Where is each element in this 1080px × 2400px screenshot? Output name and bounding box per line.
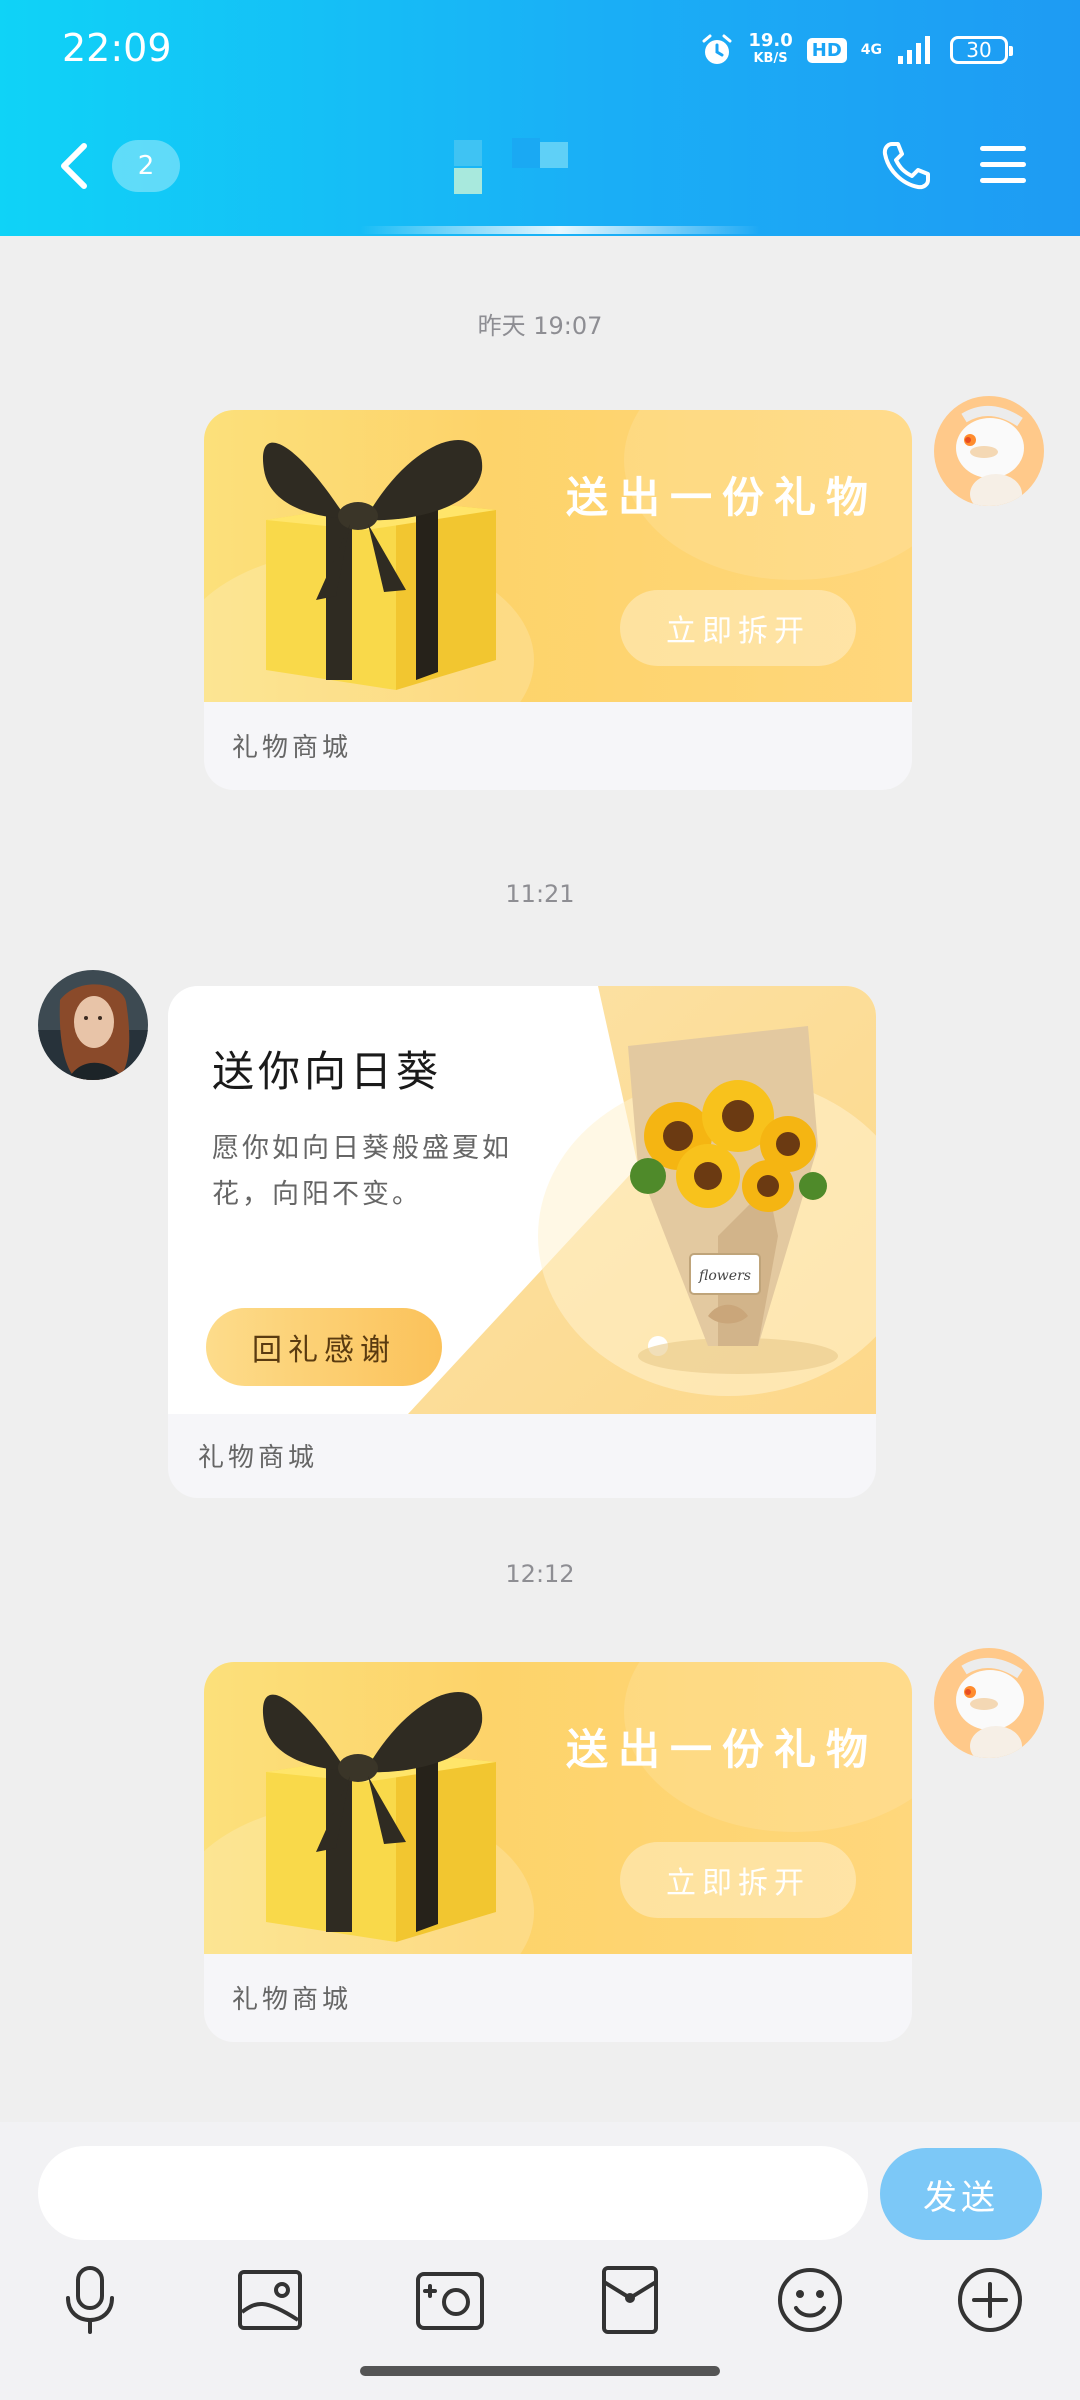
- network-type: 4G: [860, 42, 882, 58]
- card-source: 礼物商城: [198, 1443, 319, 1473]
- gift-banner: 送出一份礼物 立即拆开: [204, 410, 912, 702]
- home-indicator[interactable]: [360, 2366, 720, 2376]
- status-icons: 19.0 KB/S HD 4G 30: [700, 30, 1013, 70]
- gift-card[interactable]: 送出一份礼物 立即拆开 礼物商城: [204, 410, 912, 790]
- avatar-illustration: [934, 396, 1044, 506]
- timestamp: 昨天 19:07: [477, 312, 603, 340]
- unread-count-badge[interactable]: 2: [112, 140, 180, 192]
- battery-indicator: 30: [950, 36, 1013, 64]
- menu-icon[interactable]: [978, 142, 1028, 188]
- camera-icon[interactable]: [412, 2262, 488, 2338]
- net-speed-value: 19.0: [748, 30, 793, 51]
- red-packet-icon[interactable]: [592, 2262, 668, 2338]
- input-area: 发送: [0, 2122, 1080, 2400]
- hd-badge: HD: [806, 37, 847, 63]
- input-toolbar: [0, 2262, 1080, 2342]
- phone-icon[interactable]: [878, 138, 934, 194]
- signal-icon: [898, 36, 930, 64]
- card-source: 礼物商城: [232, 1985, 353, 2015]
- timestamp: 11:21: [505, 880, 575, 908]
- net-speed: 19.0 KB/S: [748, 32, 792, 68]
- sunflower-gift-card[interactable]: 送你向日葵 愿你如向日葵般盛夏如花，向阳不变。 回礼感谢 flowers 礼物商…: [168, 986, 876, 1498]
- gift-banner: 送出一份礼物 立即拆开: [204, 1662, 912, 1954]
- back-button[interactable]: [52, 140, 96, 192]
- battery-level: 30: [966, 38, 992, 62]
- avatar[interactable]: [934, 396, 1044, 506]
- flower-card-banner: 送你向日葵 愿你如向日葵般盛夏如花，向阳不变。 回礼感谢 flowers: [168, 986, 876, 1414]
- open-gift-button[interactable]: 立即拆开: [620, 1842, 856, 1918]
- net-speed-unit: KB/S: [753, 51, 788, 66]
- avatar-photo: [38, 970, 148, 1080]
- gift-title: 送出一份礼物: [566, 473, 879, 522]
- image-icon[interactable]: [232, 2262, 308, 2338]
- gift-title: 送出一份礼物: [566, 1725, 879, 1774]
- gift-card[interactable]: 送出一份礼物 立即拆开 礼物商城: [204, 1662, 912, 2042]
- emoji-icon[interactable]: [772, 2262, 848, 2338]
- avatar-illustration: [934, 1648, 1044, 1758]
- status-time: 22:09: [62, 26, 172, 70]
- header-glow: [360, 226, 760, 234]
- bouquet-label: flowers: [698, 1268, 751, 1284]
- flower-description: 愿你如向日葵般盛夏如花，向阳不变。: [212, 1133, 512, 1210]
- chat-header: 22:09 19.0 KB/S HD 4G 30 2: [0, 0, 1080, 236]
- message-input[interactable]: [38, 2146, 868, 2240]
- plus-icon[interactable]: [952, 2262, 1028, 2338]
- avatar[interactable]: [38, 970, 148, 1080]
- flower-title: 送你向日葵: [212, 1047, 443, 1096]
- thanks-button[interactable]: 回礼感谢: [206, 1308, 442, 1386]
- microphone-icon[interactable]: [52, 2262, 128, 2338]
- open-gift-button[interactable]: 立即拆开: [620, 590, 856, 666]
- timestamp: 12:12: [505, 1560, 575, 1588]
- gift-box-icon: [262, 439, 496, 690]
- card-source: 礼物商城: [232, 733, 353, 763]
- alarm-icon: [702, 34, 732, 64]
- contact-name-blurred[interactable]: [450, 138, 580, 198]
- send-button[interactable]: 发送: [880, 2148, 1042, 2240]
- sunflower-bouquet-icon: flowers: [628, 1026, 838, 1374]
- avatar[interactable]: [934, 1648, 1044, 1758]
- gift-box-icon: [262, 1691, 496, 1942]
